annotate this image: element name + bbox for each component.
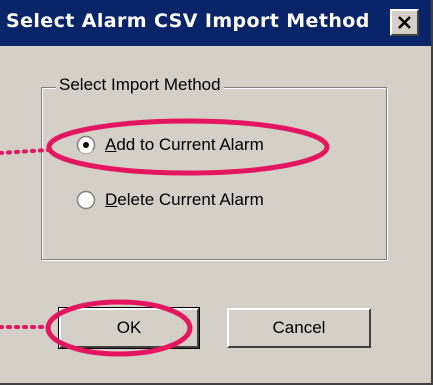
radio-button-icon[interactable] <box>76 135 96 155</box>
dialog-title: Select Alarm CSV Import Method <box>6 10 370 32</box>
close-button[interactable] <box>390 9 419 36</box>
option-label-delete: Delete Current Alarm <box>105 190 264 209</box>
group-label: Select Import Method <box>56 75 224 95</box>
radio-delete-current-alarm[interactable]: Delete Current Alarm <box>76 187 264 213</box>
mnemonic-a: A <box>105 135 117 154</box>
cancel-button[interactable]: Cancel <box>227 308 371 348</box>
import-method-dialog: Select Alarm CSV Import Method Select Im… <box>0 0 433 385</box>
mnemonic-d: D <box>105 190 118 209</box>
import-method-groupbox <box>41 87 387 260</box>
option-label-add: Add to Current Alarm <box>105 135 264 154</box>
close-icon <box>398 16 411 29</box>
radio-button-icon[interactable] <box>76 190 96 210</box>
radio-add-to-current-alarm[interactable]: Add to Current Alarm <box>76 132 264 158</box>
ok-button[interactable]: OK <box>58 307 200 349</box>
title-bar[interactable]: Select Alarm CSV Import Method <box>0 0 431 46</box>
